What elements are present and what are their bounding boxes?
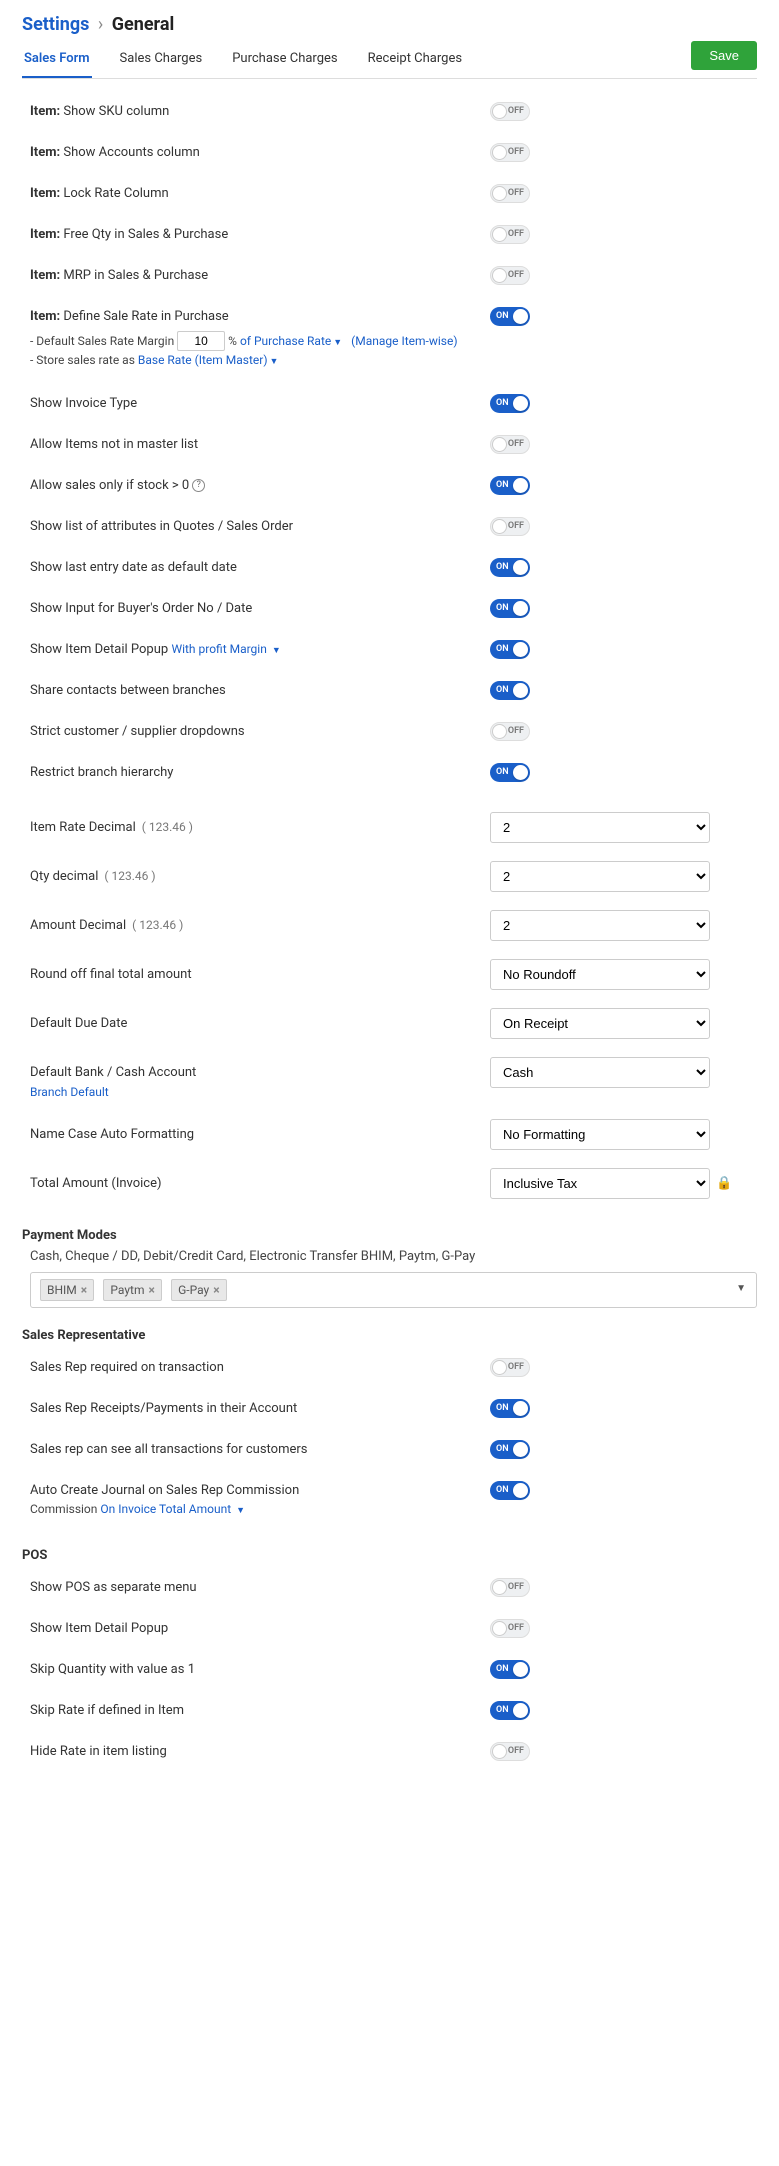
help-icon[interactable]: ? [192, 479, 205, 492]
profit-margin-link[interactable]: With profit Margin ▼ [171, 642, 280, 656]
toggle-attrlist[interactable]: OFF [490, 517, 530, 536]
toggle-freeqty[interactable]: OFF [490, 225, 530, 244]
select-round[interactable]: No Roundoff [490, 959, 710, 990]
label-itempopup: Show Item Detail Popup With profit Margi… [30, 640, 490, 660]
commission-basis-link[interactable]: On Invoice Total Amount ▼ [100, 1502, 245, 1516]
tab-sales-charges[interactable]: Sales Charges [118, 43, 205, 78]
label-strictdd: Strict customer / supplier dropdowns [30, 722, 490, 742]
label-notmaster: Allow Items not in master list [30, 435, 490, 455]
tag-bhim[interactable]: BHIM× [40, 1279, 94, 1301]
select-bank[interactable]: Cash [490, 1057, 710, 1088]
label-srrcpt: Sales Rep Receipts/Payments in their Acc… [30, 1399, 490, 1419]
label-item-freeqty: Item: Free Qty in Sales & Purchase [30, 225, 490, 245]
toggle-poshiderate[interactable]: OFF [490, 1742, 530, 1761]
section-payment-modes: Payment Modes [22, 1228, 757, 1243]
label-item-defsale: Item: Define Sale Rate in Purchase - Def… [30, 307, 490, 369]
select-total[interactable]: Inclusive Tax [490, 1168, 710, 1199]
select-amt-dec[interactable]: 2 [490, 910, 710, 941]
payment-modes-note: Cash, Cheque / DD, Debit/Credit Card, El… [30, 1249, 757, 1264]
label-sharecont: Share contacts between branches [30, 681, 490, 701]
label-posskipqty: Skip Quantity with value as 1 [30, 1660, 490, 1680]
label-total: Total Amount (Invoice) [30, 1168, 490, 1194]
close-icon[interactable]: × [148, 1283, 154, 1297]
base-rate-link[interactable]: Base Rate (Item Master)▼ [138, 353, 279, 367]
save-button[interactable]: Save [691, 41, 757, 70]
label-item-sku: Item: Show SKU column [30, 102, 490, 122]
tab-sales-form[interactable]: Sales Form [22, 43, 92, 78]
toggle-srreq[interactable]: OFF [490, 1358, 530, 1377]
toggle-buyerord[interactable]: ON [490, 599, 530, 618]
toggle-posdetail[interactable]: OFF [490, 1619, 530, 1638]
toggle-invtype[interactable]: ON [490, 394, 530, 413]
label-bank: Default Bank / Cash AccountBranch Defaul… [30, 1057, 490, 1101]
section-sales-rep: Sales Representative [22, 1328, 757, 1343]
toggle-posmenu[interactable]: OFF [490, 1578, 530, 1597]
toggle-sralltx[interactable]: ON [490, 1440, 530, 1459]
label-round: Round off final total amount [30, 959, 490, 985]
toggle-sku[interactable]: OFF [490, 102, 530, 121]
tab-bar: Sales Form Sales Charges Purchase Charge… [22, 43, 757, 79]
toggle-strictdd[interactable]: OFF [490, 722, 530, 741]
toggle-posskipqty[interactable]: ON [490, 1660, 530, 1679]
label-item-mrp: Item: MRP in Sales & Purchase [30, 266, 490, 286]
close-icon[interactable]: × [81, 1283, 87, 1297]
payment-modes-field[interactable]: BHIM× Paytm× G-Pay× ▼ [30, 1272, 757, 1308]
close-icon[interactable]: × [213, 1283, 219, 1297]
breadcrumb-current: General [112, 14, 175, 35]
label-invtype: Show Invoice Type [30, 394, 490, 414]
label-attrlist: Show list of attributes in Quotes / Sale… [30, 517, 490, 537]
select-duedate[interactable]: On Receipt [490, 1008, 710, 1039]
tab-purchase-charges[interactable]: Purchase Charges [230, 43, 339, 78]
toggle-accounts[interactable]: OFF [490, 143, 530, 162]
select-qty-dec[interactable]: 2 [490, 861, 710, 892]
toggle-itempopup[interactable]: ON [490, 640, 530, 659]
label-posskiprate: Skip Rate if defined in Item [30, 1701, 490, 1721]
toggle-lastdate[interactable]: ON [490, 558, 530, 577]
label-stockgt0: Allow sales only if stock > 0? [30, 476, 490, 496]
select-rate-dec[interactable]: 2 [490, 812, 710, 843]
toggle-mrp[interactable]: OFF [490, 266, 530, 285]
toggle-lockrate[interactable]: OFF [490, 184, 530, 203]
manage-itemwise-link[interactable]: (Manage Item-wise) [351, 334, 457, 348]
toggle-srrcpt[interactable]: ON [490, 1399, 530, 1418]
lock-icon[interactable]: 🔒 [716, 1176, 732, 1191]
breadcrumb-separator: › [98, 14, 103, 35]
label-lastdate: Show last entry date as default date [30, 558, 490, 578]
label-item-accounts: Item: Show Accounts column [30, 143, 490, 163]
toggle-sharecont[interactable]: ON [490, 681, 530, 700]
label-rate-dec: Item Rate Decimal( 123.46 ) [30, 812, 490, 838]
toggle-notmaster[interactable]: OFF [490, 435, 530, 454]
select-namecase[interactable]: No Formatting [490, 1119, 710, 1150]
label-srreq: Sales Rep required on transaction [30, 1358, 490, 1378]
chevron-down-icon[interactable]: ▼ [736, 1283, 746, 1294]
label-poshiderate: Hide Rate in item listing [30, 1742, 490, 1762]
tag-paytm[interactable]: Paytm× [103, 1279, 161, 1301]
breadcrumb: Settings › General [22, 14, 757, 35]
toggle-stockgt0[interactable]: ON [490, 476, 530, 495]
toggle-branchhier[interactable]: ON [490, 763, 530, 782]
label-namecase: Name Case Auto Formatting [30, 1119, 490, 1145]
toggle-posskiprate[interactable]: ON [490, 1701, 530, 1720]
margin-input[interactable] [177, 331, 225, 351]
label-qty-dec: Qty decimal( 123.46 ) [30, 861, 490, 887]
label-duedate: Default Due Date [30, 1008, 490, 1034]
of-purchase-rate-link[interactable]: of Purchase Rate▼ [240, 334, 342, 348]
label-item-lockrate: Item: Lock Rate Column [30, 184, 490, 204]
toggle-srjournal[interactable]: ON [490, 1481, 530, 1500]
label-amt-dec: Amount Decimal( 123.46 ) [30, 910, 490, 936]
label-buyerord: Show Input for Buyer's Order No / Date [30, 599, 490, 619]
label-posmenu: Show POS as separate menu [30, 1578, 490, 1598]
section-pos: POS [22, 1548, 757, 1563]
label-branchhier: Restrict branch hierarchy [30, 763, 490, 783]
label-srjournal: Auto Create Journal on Sales Rep Commiss… [30, 1481, 490, 1519]
label-sralltx: Sales rep can see all transactions for c… [30, 1440, 490, 1460]
branch-default-link[interactable]: Branch Default [30, 1083, 470, 1101]
label-posdetail: Show Item Detail Popup [30, 1619, 490, 1639]
tab-receipt-charges[interactable]: Receipt Charges [366, 43, 464, 78]
toggle-defsale[interactable]: ON [490, 307, 530, 326]
tag-gpay[interactable]: G-Pay× [171, 1279, 227, 1301]
breadcrumb-parent[interactable]: Settings [22, 14, 89, 35]
